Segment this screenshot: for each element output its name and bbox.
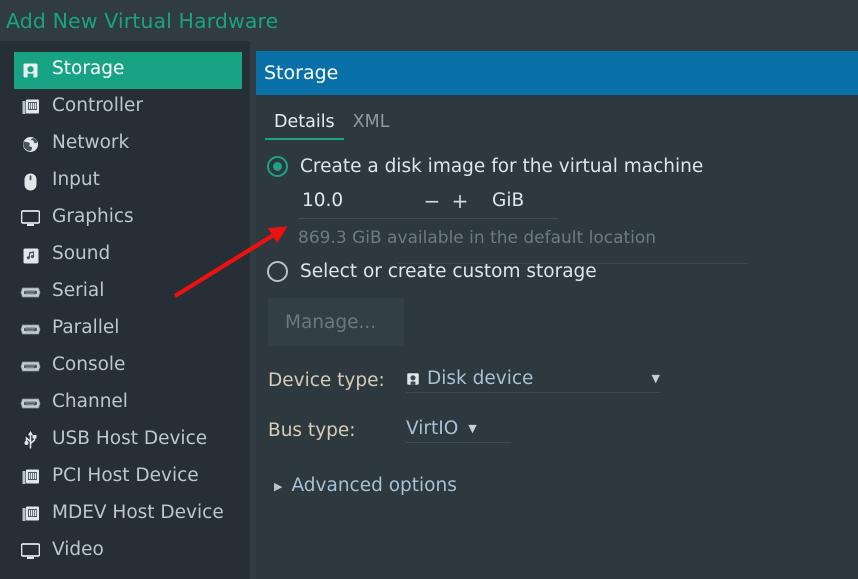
custom-storage-path-underline: [398, 263, 748, 264]
chevron-right-icon: ▶: [274, 480, 282, 493]
radio-unselected-icon[interactable]: [267, 261, 288, 282]
sidebar-item-label: PCI Host Device: [52, 467, 199, 486]
hardware-category-sidebar[interactable]: Storage Controller Network Input Graphic: [0, 41, 250, 579]
sidebar-item-label: Console: [52, 356, 125, 375]
sidebar-item-mdev-host-device[interactable]: MDEV Host Device: [14, 496, 242, 533]
bus-type-value: VirtIO: [406, 418, 458, 439]
sidebar-item-console[interactable]: Console: [14, 348, 242, 385]
sidebar-item-input[interactable]: Input: [14, 163, 242, 200]
sidebar-item-label: Storage: [52, 60, 124, 79]
pane-tabs[interactable]: Details XML: [256, 95, 858, 140]
serial-port-icon: [20, 393, 41, 414]
storage-disk-icon: [406, 372, 420, 386]
custom-storage-radio-row[interactable]: Select or create custom storage: [262, 254, 858, 288]
sidebar-item-serial[interactable]: Serial: [14, 274, 242, 311]
sidebar-item-label: Channel: [52, 393, 128, 412]
create-disk-image-radio-row[interactable]: Create a disk image for the virtual mach…: [262, 149, 858, 183]
sidebar-item-label: Serial: [52, 282, 104, 301]
sidebar-item-label: Graphics: [52, 208, 134, 227]
sidebar-item-label: Controller: [52, 97, 143, 116]
graphics-monitor-icon: [20, 208, 41, 229]
bus-type-dropdown[interactable]: VirtIO ▼: [406, 418, 511, 443]
sidebar-item-label: MDEV Host Device: [52, 504, 224, 523]
sidebar-item-network[interactable]: Network: [14, 126, 242, 163]
chevron-down-icon: ▼: [652, 372, 660, 385]
controller-card-icon: [20, 97, 41, 118]
sidebar-item-sound[interactable]: Sound: [14, 237, 242, 274]
tab-details[interactable]: Details: [265, 112, 344, 140]
manage-button-label: Manage...: [285, 312, 376, 333]
serial-port-icon: [20, 319, 41, 340]
serial-port-icon: [20, 356, 41, 377]
input-mouse-icon: [20, 171, 41, 192]
device-type-label: Device type:: [268, 370, 406, 391]
device-type-dropdown[interactable]: Disk device ▼: [406, 368, 660, 393]
controller-card-icon: [20, 504, 41, 525]
graphics-monitor-icon: [20, 541, 41, 562]
device-type-value: Disk device: [427, 368, 533, 389]
add-hardware-dialog: Add New Virtual Hardware Storage Control…: [0, 0, 858, 579]
sidebar-item-label: Input: [52, 171, 100, 190]
pane-header: Storage: [256, 51, 858, 95]
sidebar-item-label: Sound: [52, 245, 110, 264]
disk-size-stepper[interactable]: 10.0 − + GiB: [298, 185, 558, 219]
bus-type-row: Bus type: VirtIO ▼: [268, 418, 858, 443]
sidebar-item-label: USB Host Device: [52, 430, 207, 449]
sidebar-item-label: Network: [52, 134, 129, 153]
tab-xml-label: XML: [353, 112, 390, 132]
disk-size-decrement-button[interactable]: −: [418, 189, 446, 213]
page-title: Add New Virtual Hardware: [6, 9, 278, 33]
sound-note-icon: [20, 245, 41, 266]
sidebar-item-label: Parallel: [52, 319, 119, 338]
sidebar-item-usb-host-device[interactable]: USB Host Device: [14, 422, 242, 459]
radio-selected-icon[interactable]: [267, 156, 288, 177]
bus-type-label: Bus type:: [268, 420, 406, 441]
disk-size-input[interactable]: 10.0: [298, 190, 418, 211]
network-globe-icon: [20, 134, 41, 155]
create-disk-image-label: Create a disk image for the virtual mach…: [300, 156, 703, 177]
sidebar-item-channel[interactable]: Channel: [14, 385, 242, 422]
disk-size-unit-label: GiB: [492, 190, 524, 211]
advanced-options-expander[interactable]: ▶ Advanced options: [274, 475, 858, 496]
window-titlebar: Add New Virtual Hardware: [0, 0, 858, 41]
storage-form: Create a disk image for the virtual mach…: [256, 140, 858, 496]
tab-xml[interactable]: XML: [344, 112, 399, 140]
sidebar-item-label: Video: [52, 541, 104, 560]
sidebar-item-graphics[interactable]: Graphics: [14, 200, 242, 237]
sidebar-item-pci-host-device[interactable]: PCI Host Device: [14, 459, 242, 496]
disk-size-increment-button[interactable]: +: [446, 189, 474, 213]
chevron-down-icon: ▼: [468, 422, 476, 435]
serial-port-icon: [20, 282, 41, 303]
sidebar-item-controller[interactable]: Controller: [14, 89, 242, 126]
sidebar-item-video[interactable]: Video: [14, 533, 242, 570]
pane-header-title: Storage: [264, 62, 338, 84]
manage-button[interactable]: Manage...: [268, 298, 404, 346]
available-space-text: 869.3 GiB available in the default locat…: [298, 228, 858, 248]
controller-card-icon: [20, 467, 41, 488]
device-type-row: Device type: Disk device ▼: [268, 368, 858, 393]
sidebar-item-parallel[interactable]: Parallel: [14, 311, 242, 348]
storage-detail-pane: Storage Details XML Create a disk image …: [256, 51, 858, 579]
usb-icon: [20, 430, 41, 451]
sidebar-item-storage[interactable]: Storage: [14, 52, 242, 89]
storage-disk-icon: [20, 60, 41, 81]
advanced-options-label: Advanced options: [291, 475, 456, 496]
tab-details-label: Details: [274, 112, 335, 132]
